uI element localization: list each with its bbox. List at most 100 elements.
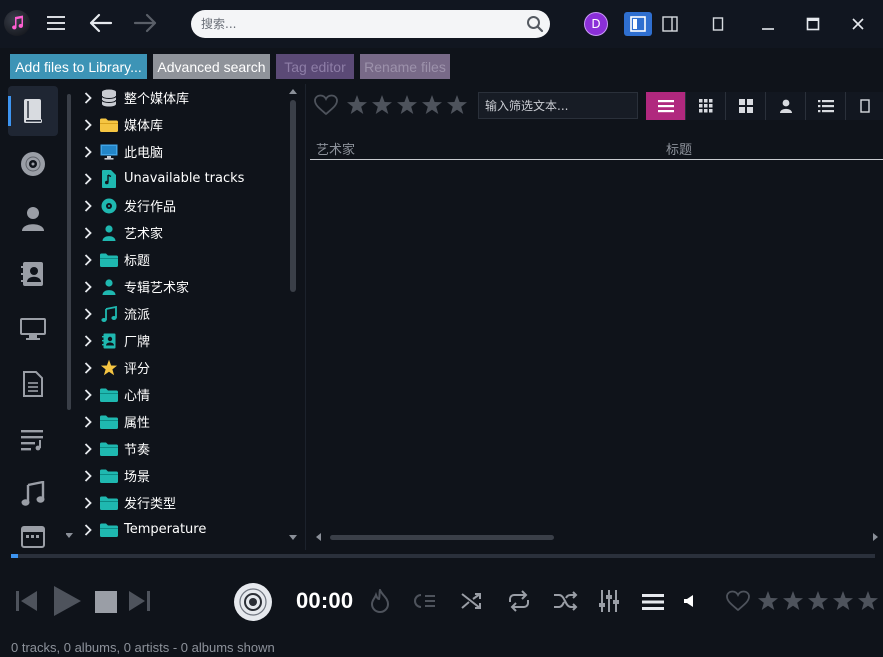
minimize-icon[interactable] [756,12,780,36]
chevron-right-icon[interactable] [78,523,98,536]
scroll-left-arrow-icon[interactable] [316,533,321,541]
sidebar-albums-button[interactable] [8,139,58,189]
scroll-down-arrow-icon[interactable] [289,535,297,540]
horizontal-scrollbar-thumb[interactable] [330,535,554,540]
chevron-right-icon[interactable] [78,280,98,293]
menu-icon[interactable] [45,12,67,34]
add-files-button[interactable]: Add files to Library... [10,54,147,79]
heart-icon[interactable] [314,94,338,116]
tree-item[interactable]: Unavailable tracks [78,165,284,192]
tree-item[interactable]: 发行作品 [78,192,284,219]
sidebar-contacts-button[interactable] [8,249,58,299]
tree-item[interactable]: 此电脑 [78,138,284,165]
crossfade-icon[interactable] [458,590,484,612]
forward-arrow-icon[interactable] [132,10,158,36]
tree-scrollbar[interactable] [286,84,300,550]
view-single-button[interactable] [846,92,883,120]
chevron-right-icon[interactable] [78,388,98,401]
scroll-down-arrow-icon[interactable] [66,533,73,538]
now-playing-list-icon[interactable] [640,591,666,613]
next-track-icon[interactable] [126,588,152,614]
sidebar-documents-button[interactable] [8,359,58,409]
view-artist-button[interactable] [766,92,806,120]
chevron-right-icon[interactable] [78,496,98,509]
scroll-up-arrow-icon[interactable] [289,89,297,94]
chevron-right-icon[interactable] [78,442,98,455]
chevron-right-icon[interactable] [78,145,98,158]
play-icon[interactable] [50,584,84,618]
chevron-right-icon[interactable] [78,334,98,347]
rename-files-button[interactable]: Rename files [360,54,450,79]
tag-editor-button[interactable]: Tag editor [276,54,354,79]
volume-icon[interactable] [682,593,696,609]
column-header-title[interactable]: 标题 [666,139,692,158]
search-input[interactable] [191,11,511,37]
search-icon[interactable] [526,15,544,33]
tree-item[interactable]: 艺术家 [78,219,284,246]
stop-icon[interactable] [94,590,118,614]
rating-filter[interactable] [314,94,470,116]
view-details-button[interactable] [806,92,846,120]
tree-item[interactable]: Temperature [78,516,284,543]
tree-item[interactable]: 场景 [78,462,284,489]
filter-input[interactable] [478,92,638,119]
tree-item[interactable]: 评分 [78,354,284,381]
chevron-right-icon[interactable] [78,172,98,185]
chevron-right-icon[interactable] [78,415,98,428]
chevron-right-icon[interactable] [78,199,98,212]
tree-item[interactable]: 厂牌 [78,327,284,354]
search-box[interactable] [191,10,550,38]
chevron-right-icon[interactable] [78,307,98,320]
repeat-icon[interactable] [505,589,533,613]
advanced-search-button[interactable]: Advanced search [153,54,270,79]
back-arrow-icon[interactable] [88,10,114,36]
list-view-icon [657,100,674,113]
tree-item[interactable]: 心情 [78,381,284,408]
maximize-icon[interactable] [801,12,825,36]
chevron-right-icon[interactable] [78,118,98,131]
scroll-right-arrow-icon[interactable] [873,533,878,541]
chevron-right-icon[interactable] [78,361,98,374]
album-art-disc-icon[interactable] [232,581,274,623]
star-rating-icon[interactable] [346,94,470,116]
chevron-right-icon[interactable] [78,91,98,104]
tree-item[interactable]: 节奏 [78,435,284,462]
mini-player-icon[interactable] [706,12,730,36]
chevron-right-icon[interactable] [78,253,98,266]
right-panel-toggle-icon[interactable] [658,12,682,36]
tree-item[interactable]: 媒体库 [78,111,284,138]
sidebar-devices-button[interactable] [8,304,58,354]
previous-track-icon[interactable] [14,588,40,614]
flame-icon[interactable] [368,588,392,614]
left-panel-toggle-icon[interactable] [624,12,652,36]
tree-item[interactable]: 专辑艺术家 [78,273,284,300]
horizontal-scrollbar[interactable] [314,530,880,544]
sidebar-scrollbar[interactable] [66,88,73,544]
close-icon[interactable] [846,12,870,36]
tree-item[interactable]: 标题 [78,246,284,273]
sidebar-music-button[interactable] [8,469,58,519]
chevron-right-icon[interactable] [78,469,98,482]
tree-item[interactable]: 发行类型 [78,489,284,516]
sidebar-playlists-button[interactable] [8,414,58,464]
chevron-right-icon[interactable] [78,226,98,239]
tree-item[interactable]: 属性 [78,408,284,435]
view-large-grid-button[interactable] [726,92,766,120]
user-avatar[interactable]: D [584,12,608,36]
column-header-artist[interactable]: 艺术家 [316,139,355,158]
shuffle-icon[interactable] [551,589,579,613]
view-list-button[interactable] [646,92,686,120]
sidebar-calendar-button[interactable] [8,524,58,550]
tree-scrollbar-thumb[interactable] [290,100,296,292]
sidebar-scrollbar-thumb[interactable] [67,94,71,410]
track-rating-stars-icon[interactable] [757,590,881,612]
heart-icon[interactable] [726,590,750,612]
seek-bar[interactable] [11,554,875,558]
tree-item[interactable]: 流派 [78,300,284,327]
sidebar-artists-button[interactable] [8,194,58,244]
view-small-grid-button[interactable] [686,92,726,120]
equalizer-icon[interactable] [596,588,622,614]
tree-item[interactable]: 整个媒体库 [78,84,284,111]
sidebar-library-button[interactable] [8,86,58,136]
queue-next-icon[interactable] [412,590,438,612]
